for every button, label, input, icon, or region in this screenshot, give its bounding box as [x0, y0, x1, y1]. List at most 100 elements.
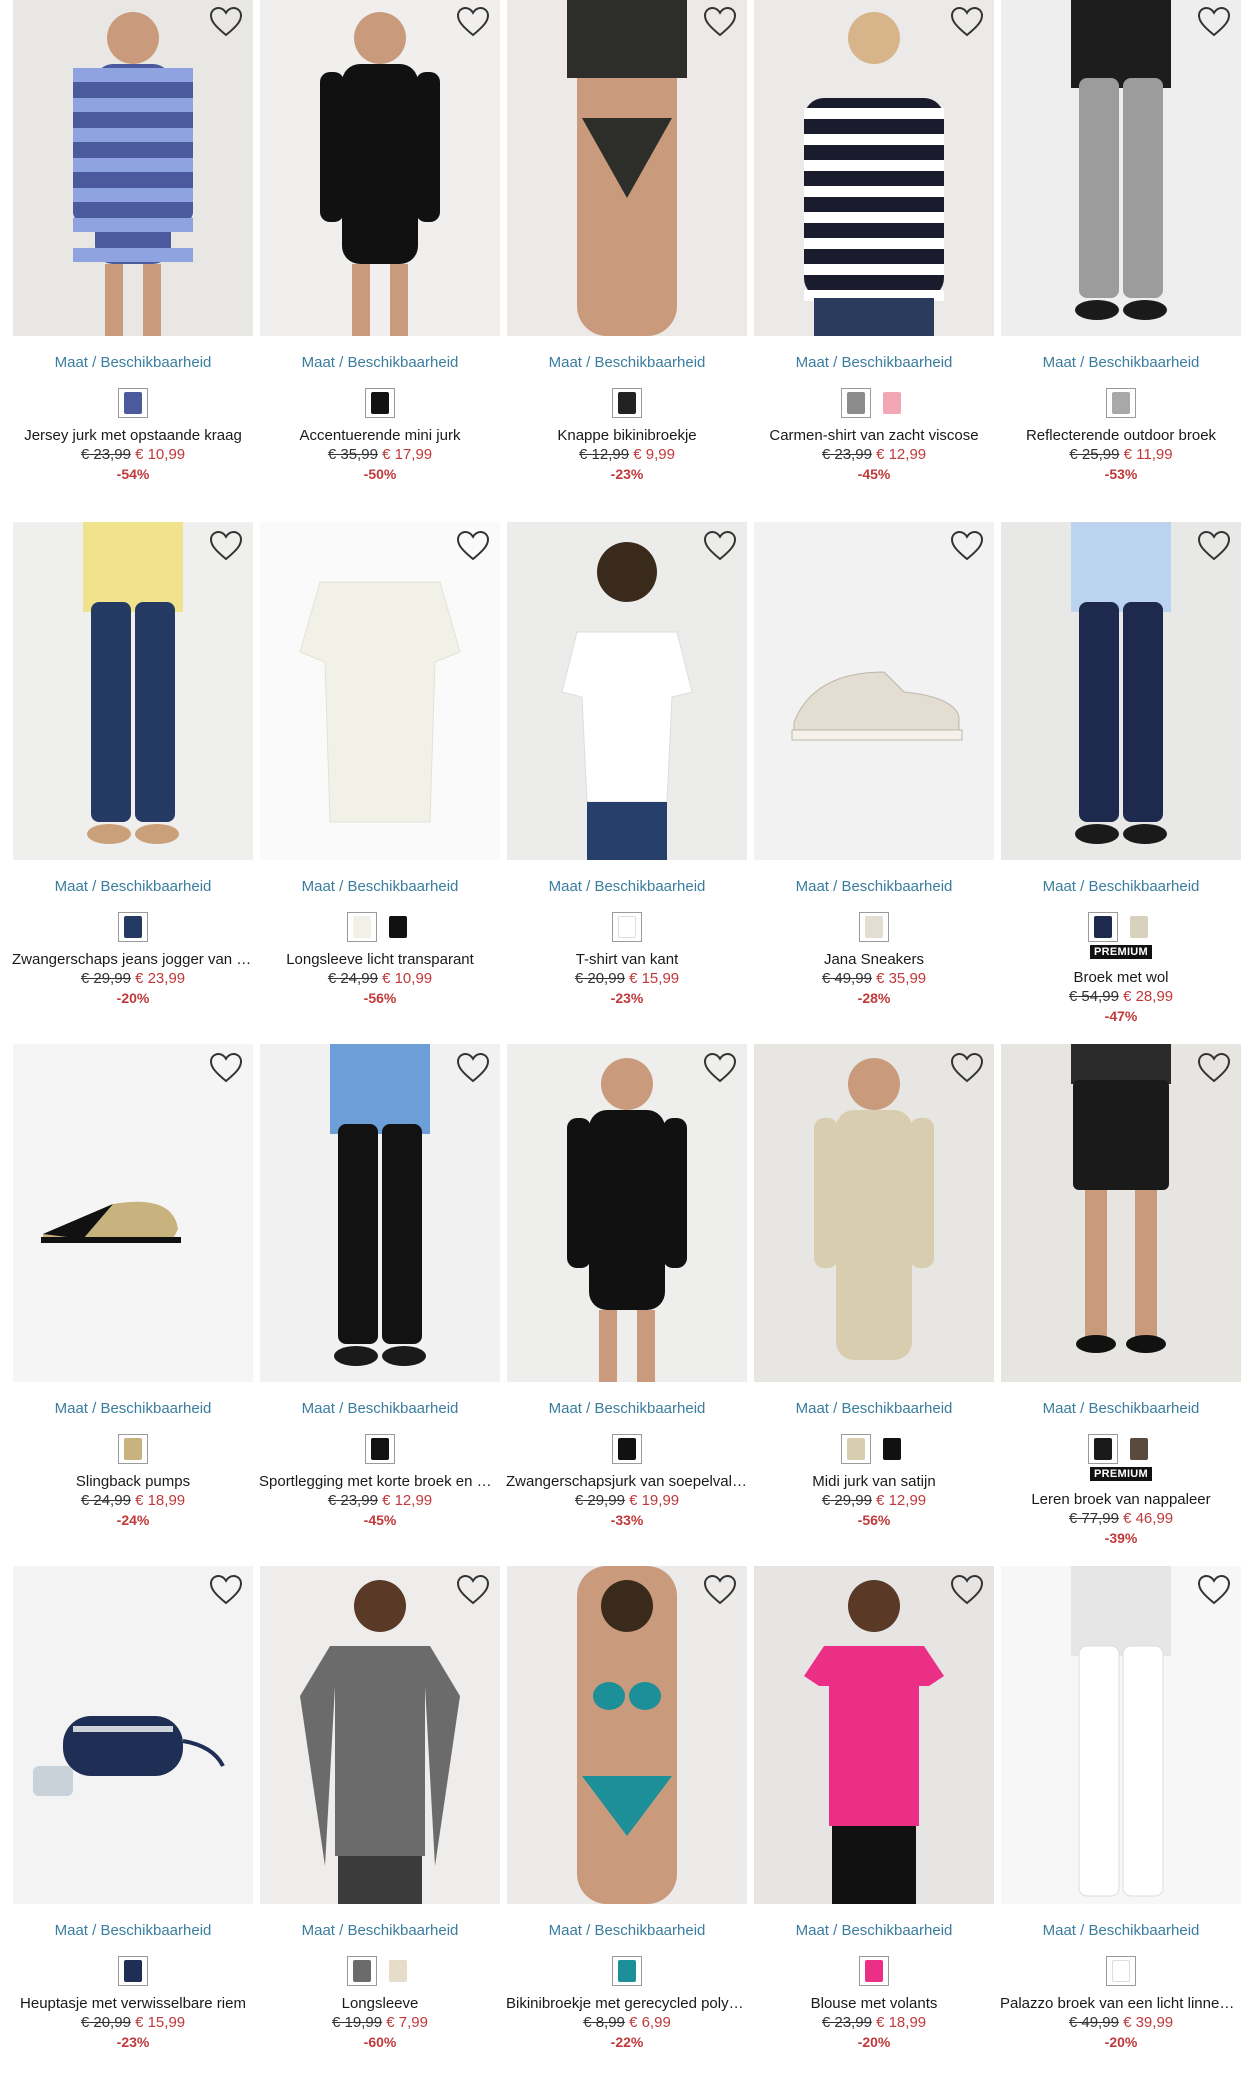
product-image-wrapper[interactable] [13, 0, 253, 336]
size-availability-link[interactable]: Maat / Beschikbaarheid [998, 1400, 1244, 1418]
product-image[interactable] [754, 1566, 994, 1904]
size-availability-link[interactable]: Maat / Beschikbaarheid [257, 878, 503, 896]
size-availability-link[interactable]: Maat / Beschikbaarheid [504, 1922, 750, 1940]
heart-icon[interactable] [456, 6, 490, 38]
heart-icon[interactable] [456, 1052, 490, 1084]
product-image[interactable] [1001, 1566, 1241, 1904]
product-image[interactable] [507, 0, 747, 336]
color-swatch[interactable] [1088, 1434, 1118, 1464]
product-image[interactable] [13, 1566, 253, 1904]
product-image[interactable] [13, 0, 253, 336]
heart-icon[interactable] [456, 1574, 490, 1606]
color-swatch[interactable] [1124, 912, 1154, 942]
product-image[interactable] [754, 522, 994, 860]
product-card[interactable]: Maat / Beschikbaarheid PREMIUM Leren bro… [998, 1044, 1244, 1547]
product-image-wrapper[interactable] [507, 522, 747, 860]
heart-icon[interactable] [950, 1052, 984, 1084]
size-availability-link[interactable]: Maat / Beschikbaarheid [751, 878, 997, 896]
product-image[interactable] [260, 1044, 500, 1382]
product-card[interactable]: Maat / Beschikbaarheid Accentuerende min… [257, 0, 503, 483]
size-availability-link[interactable]: Maat / Beschikbaarheid [10, 1400, 256, 1418]
product-image[interactable] [507, 1566, 747, 1904]
color-swatch[interactable] [841, 388, 871, 418]
color-swatch[interactable] [1088, 912, 1118, 942]
product-name[interactable]: Leren broek van nappaleer [998, 1490, 1244, 1509]
size-availability-link[interactable]: Maat / Beschikbaarheid [504, 878, 750, 896]
product-name[interactable]: Jana Sneakers [751, 950, 997, 969]
color-swatch[interactable] [612, 1956, 642, 1986]
heart-icon[interactable] [1197, 1052, 1231, 1084]
color-swatch[interactable] [1124, 1434, 1154, 1464]
heart-icon[interactable] [950, 6, 984, 38]
product-name[interactable]: T-shirt van kant [504, 950, 750, 969]
heart-icon[interactable] [950, 1574, 984, 1606]
product-image-wrapper[interactable] [260, 522, 500, 860]
size-availability-link[interactable]: Maat / Beschikbaarheid [998, 878, 1244, 896]
product-image[interactable] [13, 1044, 253, 1382]
product-card[interactable]: Maat / Beschikbaarheid Bikinibroekje met… [504, 1566, 750, 2051]
color-swatch[interactable] [841, 1434, 871, 1464]
product-image-wrapper[interactable] [260, 1044, 500, 1382]
color-swatch[interactable] [365, 388, 395, 418]
size-availability-link[interactable]: Maat / Beschikbaarheid [751, 354, 997, 372]
product-image[interactable] [507, 1044, 747, 1382]
product-image-wrapper[interactable] [507, 1044, 747, 1382]
product-image[interactable] [754, 1044, 994, 1382]
product-image-wrapper[interactable] [507, 0, 747, 336]
heart-icon[interactable] [1197, 1574, 1231, 1606]
heart-icon[interactable] [209, 1052, 243, 1084]
size-availability-link[interactable]: Maat / Beschikbaarheid [998, 354, 1244, 372]
product-image[interactable] [13, 522, 253, 860]
product-image[interactable] [260, 522, 500, 860]
size-availability-link[interactable]: Maat / Beschikbaarheid [257, 354, 503, 372]
product-name[interactable]: Zwangerschaps jeans jogger van biologisc… [10, 950, 256, 969]
color-swatch[interactable] [118, 1956, 148, 1986]
product-image[interactable] [1001, 1044, 1241, 1382]
product-name[interactable]: Longsleeve licht transparant [257, 950, 503, 969]
product-card[interactable]: Maat / Beschikbaarheid PREMIUM Broek met… [998, 522, 1244, 1025]
product-card[interactable]: Maat / Beschikbaarheid Slingback pumps €… [10, 1044, 256, 1529]
heart-icon[interactable] [209, 1574, 243, 1606]
product-image-wrapper[interactable] [260, 0, 500, 336]
color-swatch[interactable] [383, 1956, 413, 1986]
heart-icon[interactable] [703, 6, 737, 38]
size-availability-link[interactable]: Maat / Beschikbaarheid [504, 354, 750, 372]
product-card[interactable]: Maat / Beschikbaarheid T-shirt van kant … [504, 522, 750, 1007]
size-availability-link[interactable]: Maat / Beschikbaarheid [10, 878, 256, 896]
color-swatch[interactable] [877, 1434, 907, 1464]
product-image[interactable] [754, 0, 994, 336]
product-card[interactable]: Maat / Beschikbaarheid Sportlegging met … [257, 1044, 503, 1529]
heart-icon[interactable] [1197, 530, 1231, 562]
product-card[interactable]: Maat / Beschikbaarheid Longsleeve € 19,9… [257, 1566, 503, 2051]
product-image[interactable] [1001, 0, 1241, 336]
product-image[interactable] [260, 0, 500, 336]
size-availability-link[interactable]: Maat / Beschikbaarheid [10, 1922, 256, 1940]
color-swatch[interactable] [118, 1434, 148, 1464]
color-swatch[interactable] [118, 912, 148, 942]
product-name[interactable]: Bikinibroekje met gerecycled polyamide [504, 1994, 750, 2013]
product-name[interactable]: Heuptasje met verwisselbare riem [10, 1994, 256, 2013]
product-name[interactable]: Reflecterende outdoor broek [998, 426, 1244, 445]
product-name[interactable]: Broek met wol [998, 968, 1244, 987]
color-swatch[interactable] [118, 388, 148, 418]
product-name[interactable]: Longsleeve [257, 1994, 503, 2013]
product-card[interactable]: Maat / Beschikbaarheid Knappe bikinibroe… [504, 0, 750, 483]
product-name[interactable]: Palazzo broek van een licht linnenmix [998, 1994, 1244, 2013]
heart-icon[interactable] [703, 1574, 737, 1606]
product-card[interactable]: Maat / Beschikbaarheid Reflecterende out… [998, 0, 1244, 483]
product-image[interactable] [1001, 522, 1241, 860]
size-availability-link[interactable]: Maat / Beschikbaarheid [10, 354, 256, 372]
heart-icon[interactable] [1197, 6, 1231, 38]
heart-icon[interactable] [209, 530, 243, 562]
product-image-wrapper[interactable] [754, 1044, 994, 1382]
color-swatch[interactable] [383, 912, 413, 942]
color-swatch[interactable] [859, 1956, 889, 1986]
size-availability-link[interactable]: Maat / Beschikbaarheid [257, 1400, 503, 1418]
heart-icon[interactable] [703, 1052, 737, 1084]
product-card[interactable]: Maat / Beschikbaarheid Palazzo broek van… [998, 1566, 1244, 2051]
color-swatch[interactable] [877, 388, 907, 418]
product-image-wrapper[interactable] [1001, 522, 1241, 860]
product-name[interactable]: Slingback pumps [10, 1472, 256, 1491]
product-image-wrapper[interactable] [13, 1044, 253, 1382]
product-name[interactable]: Blouse met volants [751, 1994, 997, 2013]
